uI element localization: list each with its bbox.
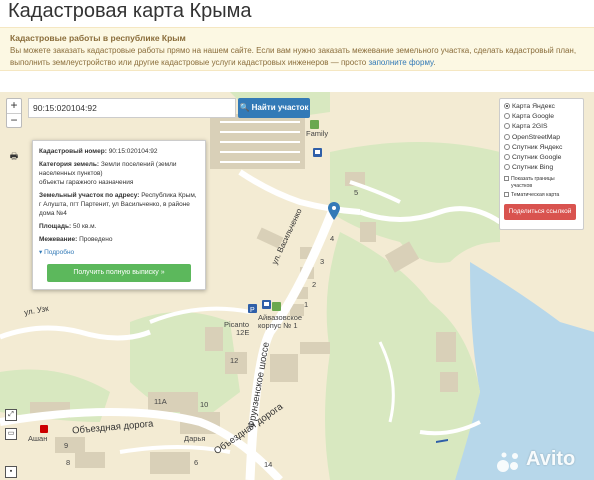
avito-text: Avito xyxy=(526,448,576,470)
layer-radio[interactable] xyxy=(504,143,510,150)
thematic-map-label: Тематическая карта xyxy=(511,192,560,199)
layer-option[interactable]: Карта 2GIS xyxy=(504,122,579,132)
svg-text:P: P xyxy=(250,307,255,313)
get-extract-button[interactable]: Получить полную выписку » xyxy=(47,264,191,282)
zoom-out-button[interactable]: − xyxy=(7,113,21,127)
survey-label: Межевание: xyxy=(39,236,78,243)
layer-option[interactable]: Спутник Яндекс xyxy=(504,143,579,153)
shop-icon xyxy=(310,120,319,129)
notice-box: Кадастровые работы в республике Крым Вы … xyxy=(0,27,594,71)
land-use-value: объекты гаражного назначения xyxy=(39,179,134,186)
land-category-label: Категория земель: xyxy=(39,161,100,168)
house-number: 11А xyxy=(154,397,167,406)
cadastral-number-value: 90:15:020104:92 xyxy=(108,148,158,155)
map-type-icon[interactable]: ▪ xyxy=(5,466,17,478)
layer-list: Карта Яндекс Карта Google Карта 2GIS OpenSt… xyxy=(504,102,579,173)
details-link[interactable]: ▾ Подробно xyxy=(39,248,199,257)
layer-label: Спутник Bing xyxy=(512,164,554,172)
layer-radio[interactable] xyxy=(504,164,510,171)
layer-radio[interactable] xyxy=(504,123,510,130)
layer-label: Карта 2GIS xyxy=(512,123,548,131)
house-number: 9 xyxy=(64,441,69,450)
map-layers-panel: Карта Яндекс Карта Google Карта 2GIS OpenSt… xyxy=(499,98,584,230)
land-category-row: Категория земель: Земли поселений (земли… xyxy=(39,160,199,187)
show-borders-option[interactable]: Показать границы участков xyxy=(504,176,579,189)
zoom-in-button[interactable]: + xyxy=(7,99,21,113)
zoom-control: + − xyxy=(6,98,22,128)
show-borders-label: Показать границы участков xyxy=(511,176,555,189)
area-row: Площадь: 50 кв.м. xyxy=(39,222,199,231)
thematic-map-option[interactable]: Тематическая карта xyxy=(504,192,579,199)
house-number: 6 xyxy=(194,458,199,467)
cadastral-number-row: Кадастровый номер: 90:15:020104:92 xyxy=(39,147,199,156)
notice-text: Вы можете заказать кадастровые работы пр… xyxy=(10,45,584,69)
house-number: 1 xyxy=(304,300,309,309)
notice-title: Кадастровые работы в республике Крым xyxy=(10,33,186,43)
house-number: 5 xyxy=(354,188,359,197)
layer-label: Карта Google xyxy=(512,113,554,121)
house-number: 8 xyxy=(66,458,71,467)
layer-option[interactable]: Карта Google xyxy=(504,112,579,122)
plot-info-popup: Кадастровый номер: 90:15:020104:92 Катег… xyxy=(32,140,206,290)
house-number: 4 xyxy=(330,234,335,243)
shop-icon xyxy=(272,302,281,311)
address-row: Земельный участок по адресу: Республика … xyxy=(39,191,199,218)
thematic-map-checkbox[interactable] xyxy=(504,192,509,198)
bus-stop-icon xyxy=(262,300,271,309)
notice-body: Вы можете заказать кадастровые работы пр… xyxy=(10,46,577,67)
find-plot-label: Найти участок xyxy=(251,103,309,112)
house-number: 12Е xyxy=(236,328,250,337)
layer-option[interactable]: OpenStreetMap xyxy=(504,133,579,143)
order-form-link[interactable]: заполните форму xyxy=(368,58,433,67)
poi-dasha-label: Дарья xyxy=(184,434,206,443)
notice-suffix: . xyxy=(433,58,436,67)
layer-label: Карта Яндекс xyxy=(512,103,555,110)
cadastral-search-input[interactable]: 90:15:020104:92 xyxy=(28,98,236,118)
layer-radio[interactable] xyxy=(504,103,510,109)
cadastral-map[interactable]: Family Picanto Айвазовское корпус № 1 ул… xyxy=(0,92,594,480)
print-button[interactable]: 🖶 xyxy=(7,150,21,163)
layer-label: Спутник Яндекс xyxy=(512,143,563,151)
page-title: Кадастровая карта Крыма xyxy=(8,0,252,22)
house-number: 2 xyxy=(312,280,317,289)
layer-radio[interactable] xyxy=(504,133,510,140)
house-number: 10 xyxy=(200,400,209,409)
plane-icon xyxy=(436,439,448,443)
bus-stop-icon xyxy=(313,148,322,157)
poi-family-label: Family xyxy=(306,129,329,138)
details-label: Подробно xyxy=(44,249,75,256)
address-label: Земельный участок по адресу: xyxy=(39,192,140,199)
survey-row: Межевание: Проведено xyxy=(39,235,199,244)
ruler-icon[interactable]: ▭ xyxy=(5,428,17,440)
shop-icon xyxy=(40,425,48,433)
area-value: 50 кв.м. xyxy=(72,223,97,230)
layer-radio[interactable] xyxy=(504,113,510,120)
layer-option[interactable]: Спутник Google xyxy=(504,153,579,163)
cadastral-number-label: Кадастровый номер: xyxy=(39,148,107,155)
parking-icon: P xyxy=(248,304,257,313)
show-borders-checkbox[interactable] xyxy=(504,176,509,182)
location-marker-icon[interactable] xyxy=(328,202,340,220)
layer-option[interactable]: Карта Яндекс xyxy=(504,102,579,112)
house-number: 3 xyxy=(320,257,325,266)
house-number: 14 xyxy=(264,460,273,469)
share-link-button[interactable]: Поделиться ссылкой xyxy=(504,203,576,220)
avito-logo-icon xyxy=(497,452,518,472)
area-label: Площадь: xyxy=(39,223,72,230)
fullscreen-icon[interactable]: ⤢ xyxy=(5,409,17,421)
poi-ashan-label: Ашан xyxy=(28,434,48,443)
poi-corpus-label: Айвазовское корпус № 1 xyxy=(258,313,303,330)
layer-label: Спутник Google xyxy=(512,153,562,161)
survey-value: Проведено xyxy=(79,236,113,243)
layer-radio[interactable] xyxy=(504,153,510,160)
house-number: 12 xyxy=(230,356,239,365)
search-icon: 🔍 xyxy=(239,103,250,112)
layer-label: OpenStreetMap xyxy=(512,133,560,141)
layer-option[interactable]: Спутник Bing xyxy=(504,163,579,173)
find-plot-button[interactable]: 🔍 Найти участок xyxy=(238,98,310,118)
